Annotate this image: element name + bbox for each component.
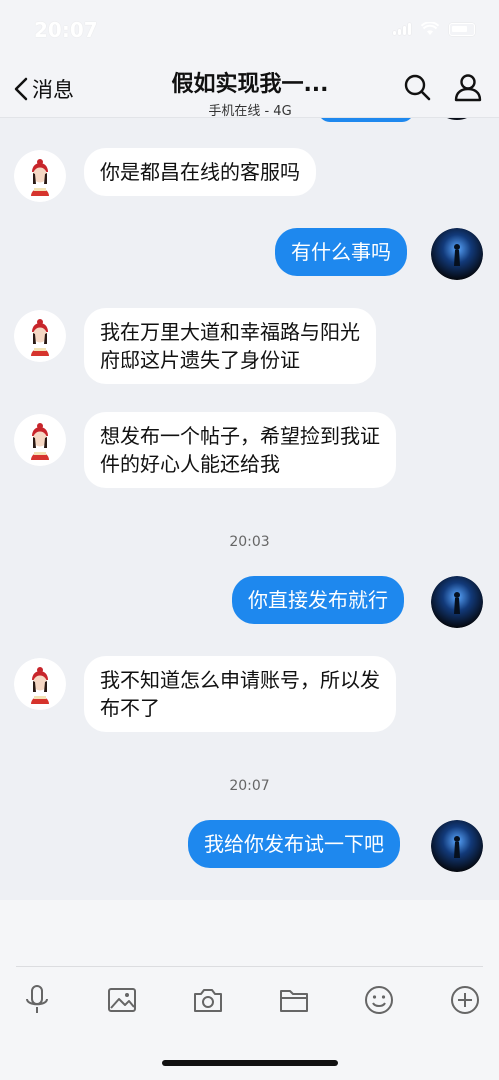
status-icons [393, 22, 475, 36]
message-text: 你是都昌在线的客服吗 [100, 160, 300, 184]
message-bubble-incoming[interactable]: 你是都昌在线的客服吗 [84, 148, 316, 196]
chat-title: 假如实现我一... [171, 72, 329, 97]
contact-avatar[interactable] [14, 414, 66, 466]
message-timestamp: 20:07 [229, 778, 270, 794]
chevron-left-icon [14, 77, 28, 101]
my-avatar[interactable] [431, 820, 483, 872]
message-text: 你直接发布就行 [248, 588, 388, 612]
message-bubble-incoming[interactable]: 我在万里大道和幸福路与阳光 府邸这片遗失了身份证 [84, 308, 376, 384]
input-toolbar [0, 983, 499, 1023]
chat-header: 消息 假如实现我一... 手机在线 - 4G [0, 58, 499, 119]
plus-icon[interactable] [448, 983, 482, 1017]
contact-avatar[interactable] [14, 658, 66, 710]
message-bubble-incoming[interactable]: 想发布一个帖子，希望捡到我证 件的好心人能还给我 [84, 412, 396, 488]
back-label: 消息 [32, 78, 74, 102]
profile-icon[interactable] [453, 72, 483, 102]
signal-icon [393, 23, 411, 35]
message-text: 我给你发布试一下吧 [204, 832, 384, 856]
back-button[interactable]: 消息 [12, 74, 74, 104]
message-line: 我不知道怎么申请账号，所以发 [100, 668, 380, 692]
search-icon[interactable] [402, 72, 432, 102]
avatar-partial [431, 118, 483, 120]
message-input[interactable] [0, 900, 499, 966]
input-divider [16, 966, 483, 967]
wifi-icon [421, 22, 439, 35]
folder-icon[interactable] [277, 983, 311, 1017]
status-time: 20:07 [34, 18, 98, 42]
message-bubble-outgoing[interactable]: 你直接发布就行 [232, 576, 404, 624]
message-list[interactable]: 你是都昌在线的客服吗 有什么事吗 我在万里大道和幸福路与阳光 府邸这片遗失了身份… [0, 118, 499, 900]
message-line: 府邸这片遗失了身份证 [100, 348, 300, 372]
message-text: 有什么事吗 [291, 240, 391, 264]
message-bubble-partial [318, 118, 414, 122]
title-area[interactable]: 假如实现我一... 手机在线 - 4G [120, 66, 380, 119]
chat-subtitle: 手机在线 - 4G [208, 104, 292, 119]
input-panel [0, 900, 499, 1080]
message-timestamp: 20:03 [229, 534, 270, 550]
emoji-icon[interactable] [362, 983, 396, 1017]
microphone-icon[interactable] [20, 983, 54, 1017]
message-bubble-incoming[interactable]: 我不知道怎么申请账号，所以发 布不了 [84, 656, 396, 732]
contact-avatar[interactable] [14, 150, 66, 202]
message-line: 想发布一个帖子，希望捡到我证 [100, 424, 380, 448]
image-icon[interactable] [105, 983, 139, 1017]
message-line: 布不了 [100, 696, 160, 720]
home-indicator[interactable] [162, 1060, 338, 1066]
status-bar: 20:07 [0, 0, 499, 58]
camera-icon[interactable] [191, 983, 225, 1017]
message-bubble-outgoing[interactable]: 有什么事吗 [275, 228, 407, 276]
contact-avatar[interactable] [14, 310, 66, 362]
battery-icon [449, 22, 475, 36]
message-line: 我在万里大道和幸福路与阳光 [100, 320, 360, 344]
my-avatar[interactable] [431, 576, 483, 628]
message-bubble-outgoing[interactable]: 我给你发布试一下吧 [188, 820, 400, 868]
message-line: 件的好心人能还给我 [100, 452, 280, 476]
my-avatar[interactable] [431, 228, 483, 280]
